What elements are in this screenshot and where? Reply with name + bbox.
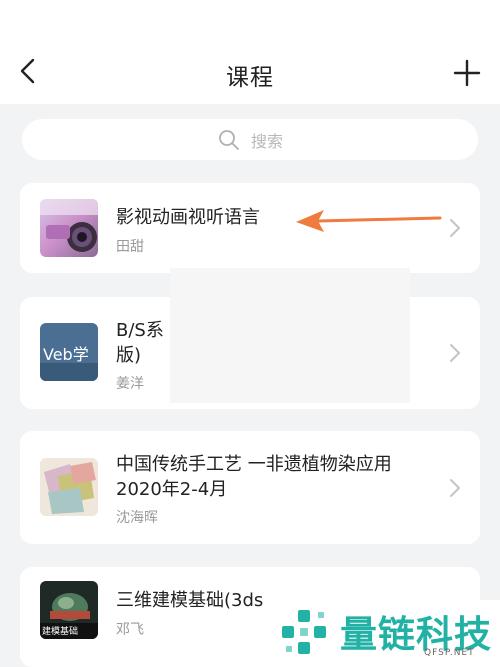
chevron-right-icon	[450, 479, 460, 497]
logo-mark-icon	[282, 610, 326, 654]
search-icon	[219, 129, 239, 150]
search-placeholder: 搜索	[250, 131, 283, 151]
plus-icon[interactable]	[452, 58, 482, 88]
web-course-thumbnail: Veb学	[40, 323, 98, 381]
thumb-text: 建模基础	[42, 625, 78, 637]
teacher-name: 姜洋	[116, 376, 144, 392]
course-title: 中国传统手工艺 一非遗植物染应用2020年2-4月	[116, 454, 392, 500]
header-bar: 课程	[0, 0, 500, 104]
redaction-block	[170, 268, 410, 403]
course-card[interactable]: 中国传统手工艺 一非遗植物染应用2020年2-4月 沈海晖	[20, 431, 480, 544]
teacher-name: 田甜	[116, 239, 144, 255]
watermark-url: QFSP.NET	[424, 648, 475, 658]
teacher-name: 邓飞	[116, 622, 144, 638]
camera-lens-thumbnail	[40, 199, 98, 257]
page-title: 课程	[226, 65, 274, 91]
teacher-name: 沈海晖	[116, 510, 158, 526]
chevron-right-icon	[450, 344, 460, 362]
dyed-fabric-thumbnail	[40, 458, 98, 516]
watermark-logo: 量链科技 QFSP.NET	[268, 600, 500, 667]
search-input[interactable]: 搜索	[22, 119, 478, 160]
annotation-arrow-icon	[296, 210, 442, 232]
chevron-right-icon	[450, 219, 460, 237]
thumb-text: Veb学	[43, 345, 89, 364]
3d-modeling-thumbnail: 建模基础	[40, 581, 98, 639]
